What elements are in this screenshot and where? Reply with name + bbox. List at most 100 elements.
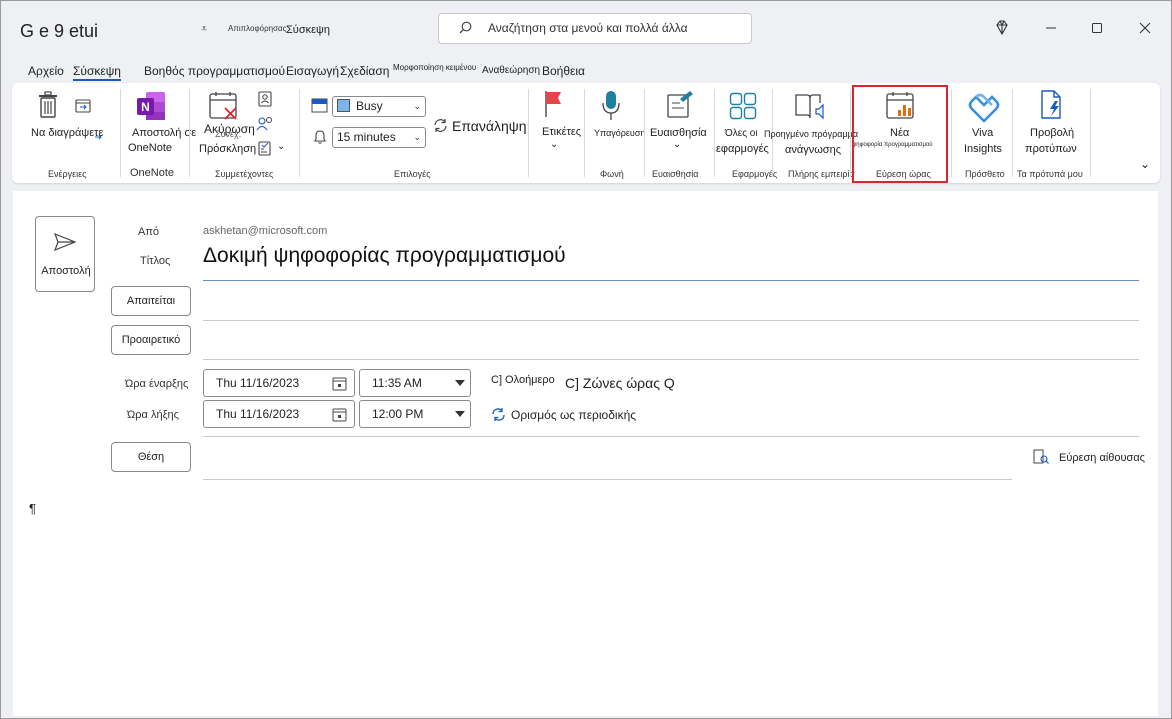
immersive-reader-label-2[interactable]: ανάγνωσης [785,144,841,156]
location-button[interactable]: Θέση [111,442,191,472]
search-icon [459,21,472,34]
time-separator [203,436,1139,437]
start-date-picker[interactable]: Thu 11/16/2023 [203,369,355,397]
time-zones-toggle[interactable]: C] Ζώνες ώρας Q [565,375,675,391]
outlook-window: G e 9 etui ⩡ Απιπλοφόρησας Σύσκεψη Αναζή… [0,0,1172,719]
busy-swatch [337,99,350,112]
recurrence-icon [434,119,447,132]
dropdown-arrow-icon [455,411,465,417]
end-date-picker[interactable]: Thu 11/16/2023 [203,400,355,428]
optional-input-line[interactable] [203,359,1139,360]
calendar-icon[interactable] [332,376,347,391]
sensitivity-group-label: Ευαισθησία [652,169,699,179]
from-value: askhetan@microsoft.com [203,225,328,237]
show-as-icon [311,98,328,113]
tab-meeting[interactable]: Σύσκεψη [73,64,121,81]
response-options-icon[interactable] [258,141,272,157]
calendar-forward-icon[interactable] [75,98,91,114]
calendar-icon[interactable] [332,407,347,422]
all-apps-label-1[interactable]: Όλες οι [725,128,758,139]
immersive-reader-icon [795,94,824,120]
tab-draw[interactable]: Σχεδίαση [340,64,389,78]
chevron-down-icon: ⌄ [413,101,421,111]
body-editor[interactable]: ¶ [29,501,36,516]
quick-access-dropdown-icon[interactable]: ⩡ [201,23,207,36]
viva-insights-label-1[interactable]: Viva [972,127,993,139]
cancel-calendar-icon [209,92,237,120]
dropdown-arrow-icon [455,380,465,386]
check-names-icon[interactable] [256,116,274,132]
addin-group-label: Πρόσθετο [965,169,1005,179]
attendees-group-label: Συμμετέχοντες [215,169,274,179]
response-options-dropdown[interactable]: ⌄ [277,141,285,152]
tab-format-text[interactable]: Μορφοποίηση κειμένου [393,63,476,72]
send-button[interactable]: Αποστολή [35,216,95,292]
ribbon-collapse-icon[interactable]: ⌄ [1140,157,1150,171]
templates-group-label: Τα πρότυπά μου [1017,169,1083,179]
search-input[interactable]: Αναζήτηση στα μενού και πολλά άλλα [488,21,688,35]
send-to-onenote-label-1[interactable]: Αποστολή σε [132,127,196,139]
start-time-label: Ώρα έναρξης [125,378,189,390]
from-label: Από [138,226,160,238]
sensitivity-button[interactable]: Ευαισθησία [650,127,707,139]
immersive-reader-label-1[interactable]: Προηγμένο πρόγραμμα [764,129,858,139]
window-title: G e 9 etui [20,21,99,41]
quick-access-mode: Σύσκεψη [286,24,330,36]
address-book-icon[interactable] [258,91,272,107]
all-apps-icon [729,92,757,120]
required-button[interactable]: Απαιτείται [111,286,191,316]
start-time-select[interactable]: 11:35 AM [359,369,471,397]
microphone-icon [602,91,620,120]
svg-text:N: N [141,100,150,114]
location-input-line[interactable] [203,479,1012,480]
tab-review[interactable]: Αναθεώρηση [482,65,540,76]
room-finder-button[interactable]: Εύρεση αίθουσας [1059,452,1145,464]
sensitivity-icon [667,91,693,118]
minimize-icon[interactable] [1041,18,1061,38]
invitation-label[interactable]: Πρόσκληση [199,143,256,155]
subject-input[interactable]: Δοκιμή ψηφοφορίας προγραμματισμού [203,244,566,268]
end-date-value: Thu 11/16/2023 [216,407,300,421]
templates-label-2[interactable]: προτύπων [1025,143,1077,155]
sensitivity-dropdown-icon[interactable]: ⌄ [673,139,681,150]
required-input-line[interactable] [203,320,1139,321]
tab-insert[interactable]: Εισαγωγή [286,64,339,78]
tags-dropdown-icon[interactable]: ⌄ [550,139,558,150]
send-to-onenote-label-2[interactable]: OneNote [128,142,172,154]
make-recurring-button[interactable]: Ορισμός ως περιοδικής [511,408,636,422]
optional-button[interactable]: Προαιρετικό [111,325,191,355]
end-time-select[interactable]: 12:00 PM [359,400,471,428]
viva-insights-label-2[interactable]: Insights [964,143,1002,155]
reminder-select[interactable]: 15 minutes ⌄ [332,127,426,148]
actions-group-label: Ενέργειες [48,169,87,179]
chevron-down-icon: ⌄ [413,132,421,142]
search-box[interactable]: Αναζήτηση στα μενού και πολλά άλλα [438,13,752,44]
title-bar: G e 9 etui ⩡ Απιπλοφόρησας Σύσκεψη Αναζή… [1,1,1172,57]
flag-icon [545,91,561,117]
close-icon[interactable] [1135,18,1155,38]
diamond-icon[interactable] [992,18,1012,38]
end-time-value: 12:00 PM [372,407,424,421]
cancel-overlay-label: Συνεχ. [215,129,242,139]
end-time-label: Ώρα λήξης [127,409,179,421]
show-as-select[interactable]: Busy ⌄ [332,96,426,117]
title-label: Τίτλος [140,255,171,267]
tab-file[interactable]: Αρχείο [28,64,64,78]
all-day-checkbox[interactable]: C] Ολοήμερο [491,374,555,386]
templates-label-1[interactable]: Προβολή [1030,127,1074,139]
delete-button[interactable]: Να διαγράψετε [31,127,103,139]
recurrence-button[interactable]: Επανάληψη [452,118,527,134]
immersive-group-label: Πλήρης εμπειρία [788,169,855,179]
all-apps-label-2[interactable]: εφαρμογές [716,143,769,155]
tab-help[interactable]: Βοήθεια [542,64,585,78]
tags-button[interactable]: Ετικέτες [542,126,581,138]
ribbon: Να διαγράψετε Ενέργειες N Αποστολή σε On… [12,83,1160,183]
maximize-icon[interactable] [1087,18,1107,38]
dictate-button[interactable]: Υπαγόρευση [594,128,645,138]
onenote-group-label: OneNote [130,167,175,179]
send-label: Αποστολή [41,265,91,277]
templates-icon [1041,90,1061,119]
room-finder-icon [1033,449,1049,464]
trash-icon [39,91,57,118]
tab-scheduling-assistant[interactable]: Βοηθός προγραμματισμού [144,64,285,78]
